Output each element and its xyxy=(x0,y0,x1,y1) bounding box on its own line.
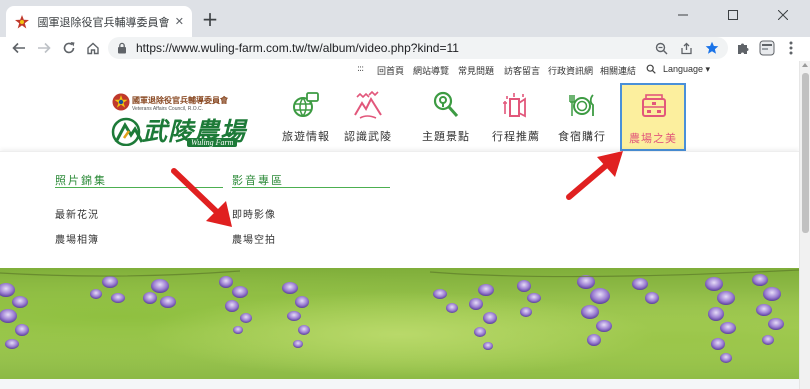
utility-link-home[interactable]: 回首頁 xyxy=(377,64,404,77)
lock-icon[interactable] xyxy=(116,42,128,54)
search-icon[interactable] xyxy=(646,64,656,74)
share-icon[interactable] xyxy=(677,39,695,57)
nav-item-itinerary[interactable]: 行程推薦 xyxy=(485,83,547,151)
utility-link-sitemap[interactable]: 網站導覽 xyxy=(413,64,449,77)
nav-item-about-wuling[interactable]: 認識武陵 xyxy=(337,83,399,151)
extensions-icon[interactable] xyxy=(734,39,752,57)
nav-item-farm-beauty[interactable]: 農場之美 xyxy=(620,83,686,151)
scrollbar-thumb[interactable] xyxy=(802,73,809,233)
nav-label-itinerary: 行程推薦 xyxy=(492,130,540,143)
dropdown-heading-photos: 照片錦集 xyxy=(55,174,107,187)
nav-item-attractions[interactable]: 主題景點 xyxy=(415,83,477,151)
map-pin-search-icon xyxy=(433,91,459,117)
hero-banner-wisteria xyxy=(0,268,799,389)
hero-bottom-strip xyxy=(0,379,799,389)
utility-link-related[interactable]: 相關連結 xyxy=(600,64,636,77)
utility-link-guestbook[interactable]: 訪客留言 xyxy=(504,64,540,77)
forward-icon[interactable] xyxy=(33,38,55,58)
annotation-arrow-icon xyxy=(566,151,623,200)
gallery-icon xyxy=(642,94,666,117)
reload-icon[interactable] xyxy=(58,38,80,58)
address-bar[interactable]: https://www.wuling-farm.com.tw/tw/album/… xyxy=(108,37,728,59)
wuling-mountain-logo-icon xyxy=(111,117,144,146)
language-dropdown[interactable]: Language ▾ xyxy=(663,64,710,75)
browser-tab-strip: 國軍退除役官兵輔導委員會武陵農場 ✕ + xyxy=(0,0,810,37)
wisteria-image xyxy=(0,269,799,363)
logo-site-name-en: Wuling Farm xyxy=(187,138,238,147)
nav-label-farm-beauty: 農場之美 xyxy=(629,132,677,145)
vac-emblem-icon xyxy=(112,93,130,111)
close-window-button[interactable] xyxy=(760,0,806,29)
nav-label-attractions: 主題景點 xyxy=(422,130,470,143)
menu-icon[interactable] xyxy=(782,39,800,57)
tab-close-icon[interactable]: ✕ xyxy=(175,15,184,28)
sitemap-dots-icon[interactable]: ::: xyxy=(357,64,364,74)
tab-title: 國軍退除役官兵輔導委員會武陵農場 xyxy=(37,15,169,29)
dropdown-link-latest-flowers[interactable]: 最新花況 xyxy=(55,206,99,221)
utility-bar: ::: 回首頁 網站導覽 常見問題 訪客留言 行政資訊網 相關連結 Langua… xyxy=(0,61,799,79)
bookmark-star-icon[interactable] xyxy=(703,39,721,57)
home-icon[interactable] xyxy=(82,38,104,58)
dropdown-link-aerial[interactable]: 農場空拍 xyxy=(232,231,276,246)
site-favicon-icon xyxy=(14,14,29,30)
browser-toolbar: https://www.wuling-farm.com.tw/tw/album/… xyxy=(0,37,810,59)
itinerary-icon xyxy=(503,93,526,118)
profile-icon[interactable] xyxy=(758,39,776,57)
utility-link-faq[interactable]: 常見問題 xyxy=(458,64,494,77)
back-icon[interactable] xyxy=(8,38,30,58)
logo-org-name: 國軍退除役官兵輔導委員會 xyxy=(132,96,228,105)
page-scrollbar[interactable] xyxy=(799,61,810,389)
nav-label-about-wuling: 認識武陵 xyxy=(344,130,392,143)
travel-info-icon xyxy=(293,92,319,117)
dining-icon xyxy=(569,94,594,116)
nav-label-travel-info: 旅遊情報 xyxy=(282,130,330,143)
dropdown-divider xyxy=(232,187,390,188)
nav-item-dining[interactable]: 食宿購行 xyxy=(551,83,613,151)
browser-tab[interactable]: 國軍退除役官兵輔導委員會武陵農場 ✕ xyxy=(6,6,192,37)
minimize-button[interactable] xyxy=(660,0,706,29)
scroll-up-icon[interactable] xyxy=(802,63,808,67)
nav-dropdown-panel: 照片錦集 最新花況 農場相簿 影音專區 即時影像 農場空拍 xyxy=(0,151,799,269)
new-tab-button[interactable]: + xyxy=(199,9,221,31)
nav-item-travel-info[interactable]: 旅遊情報 xyxy=(275,83,337,151)
page-viewport: ::: 回首頁 網站導覽 常見問題 訪客留言 行政資訊網 相關連結 Langua… xyxy=(0,61,799,389)
mountain-icon xyxy=(354,91,382,119)
site-logo[interactable]: 國軍退除役官兵輔導委員會 Veterans Affairs Council, R… xyxy=(110,92,260,152)
zoom-icon[interactable] xyxy=(652,39,670,57)
dropdown-link-farm-album[interactable]: 農場相簿 xyxy=(55,231,99,246)
maximize-button[interactable] xyxy=(710,0,756,29)
utility-link-admin[interactable]: 行政資訊網 xyxy=(548,64,593,77)
url-text: https://www.wuling-farm.com.tw/tw/album/… xyxy=(136,41,459,55)
annotation-arrow-icon xyxy=(171,168,232,227)
nav-label-dining: 食宿購行 xyxy=(558,130,606,143)
